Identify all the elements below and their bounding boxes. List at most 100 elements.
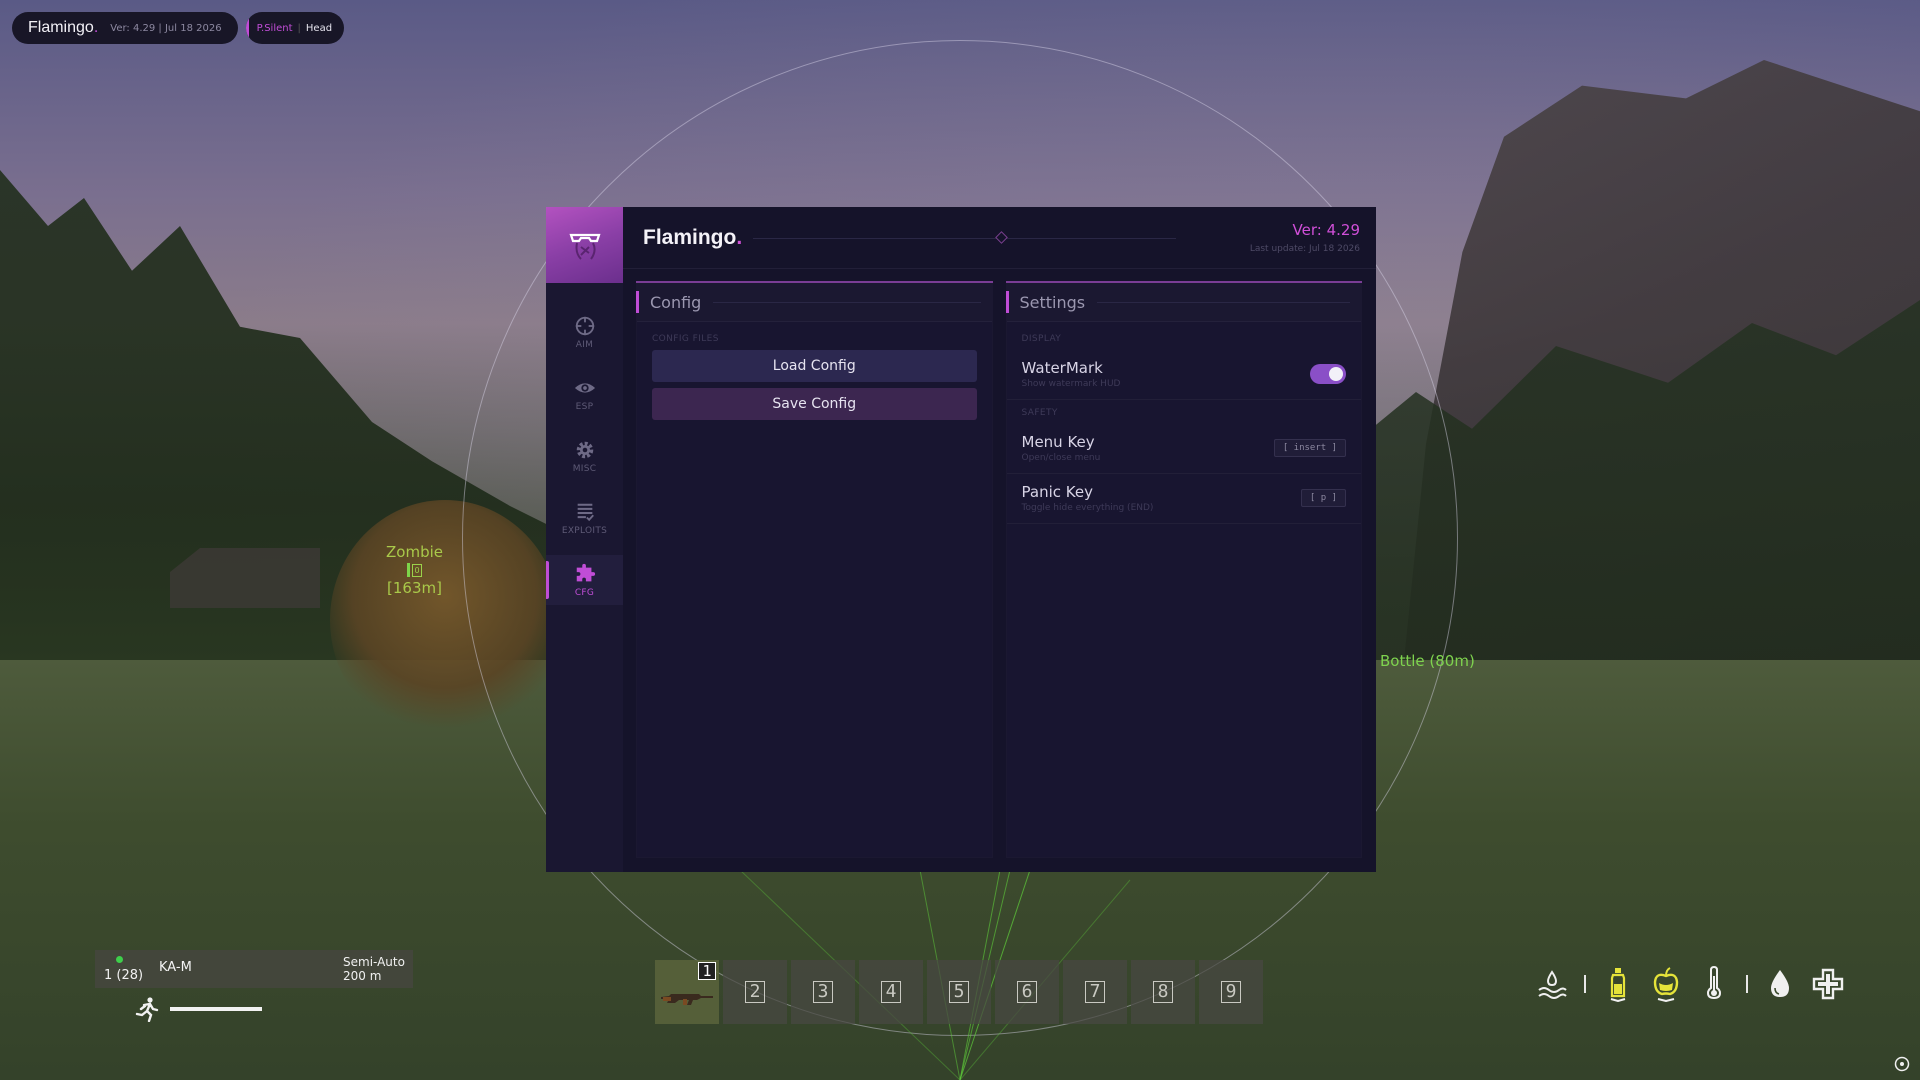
player-status-icons xyxy=(1536,966,1844,1002)
config-panel-title: Config xyxy=(650,292,702,312)
watermark-toggle[interactable] xyxy=(1310,363,1346,384)
sidebar-item-cfg[interactable]: CFG xyxy=(546,555,623,605)
status-divider xyxy=(1746,975,1748,993)
quickbar-slot-5[interactable]: 5 xyxy=(927,960,991,1024)
watermark-separator: | xyxy=(297,22,301,34)
running-man-icon xyxy=(135,997,159,1022)
watermark-hud: Flamingo. Ver: 4.29 | Jul 18 2026 P.Sile… xyxy=(12,12,345,44)
esp-zombie-distance: [163m] xyxy=(387,579,442,597)
health-cross-icon xyxy=(1812,968,1844,1000)
distant-house xyxy=(170,548,320,608)
temperature-icon xyxy=(1706,966,1722,1000)
quickbar-slot-3[interactable]: 3 xyxy=(791,960,855,1024)
panel-header-line xyxy=(713,301,981,303)
watermark-setting-desc: Show watermark HUD xyxy=(1021,378,1121,389)
menu-key-setting-row: Menu Key Open/close menu [ insert ] xyxy=(1006,424,1361,474)
menu-key-name: Menu Key xyxy=(1021,432,1095,451)
watermark-accent-bar xyxy=(245,18,249,38)
panic-key-desc: Toggle hide everything (END) xyxy=(1021,502,1154,513)
slot-number: 1 xyxy=(698,962,716,980)
flamingo-logo-icon xyxy=(568,233,601,260)
zombie-health-bar xyxy=(406,563,410,577)
sidebar-item-exploits[interactable]: EXPLOITS xyxy=(546,493,623,543)
panel-header-line xyxy=(1097,301,1350,303)
fire-mode: Semi-Auto xyxy=(343,955,405,969)
safety-group-label: SAFETY xyxy=(1021,408,1058,418)
hunger-apple-icon xyxy=(1653,967,1679,1002)
header-diamond-ornament xyxy=(995,231,1008,244)
sidebar-item-label: ESP xyxy=(575,401,594,412)
ammo-status-dot xyxy=(116,956,123,963)
crosshair-icon xyxy=(575,316,594,335)
puzzle-icon xyxy=(576,563,595,581)
menu-key-setting-text: Menu Key Open/close menu xyxy=(1022,433,1101,463)
load-config-button[interactable]: Load Config xyxy=(652,350,977,382)
watermark-brand: Flamingo. xyxy=(28,19,99,36)
sidebar-item-label: CFG xyxy=(574,587,595,598)
config-files-label: CONFIG FILES xyxy=(652,334,719,344)
menu-last-update: Last update: Jul 18 2026 xyxy=(1249,244,1360,254)
watermark-brand-pill: Flamingo. Ver: 4.29 | Jul 18 2026 xyxy=(12,12,238,44)
esp-bottle-label: Bottle (80m) xyxy=(1380,652,1475,670)
blood-drop-icon xyxy=(1771,970,1789,997)
zombie-box: 0 xyxy=(411,563,422,577)
slot-number: 4 xyxy=(881,981,901,1003)
autumn-bush xyxy=(330,500,560,740)
settings-panel-body: DISPLAY WaterMark Show watermark HUD SAF… xyxy=(1006,321,1361,857)
menu-header: Flamingo. Ver: 4.29 Last update: Jul 18 … xyxy=(623,207,1376,269)
sidebar-nav: AIM ESP MISC EXPLOITS CFG xyxy=(546,307,623,617)
compass-icon xyxy=(1894,1056,1910,1072)
config-panel-body: CONFIG FILES Load Config Save Config xyxy=(637,321,992,857)
status-divider xyxy=(1584,975,1586,993)
watermark-aim-mode: P.Silent xyxy=(256,22,293,34)
slot-number: 7 xyxy=(1085,981,1105,1003)
eye-icon xyxy=(574,382,595,393)
quickbar-slot-6[interactable]: 6 xyxy=(995,960,1059,1024)
menu-version: Ver: 4.29 xyxy=(1292,221,1360,239)
quickbar-slot-8[interactable]: 8 xyxy=(1131,960,1195,1024)
wet-status-icon xyxy=(1538,970,1567,999)
stamina-bar xyxy=(170,1007,262,1011)
watermark-version-date: Ver: 4.29 | Jul 18 2026 xyxy=(110,22,222,34)
slot-number: 8 xyxy=(1153,981,1173,1003)
menu-window: AIM ESP MISC EXPLOITS CFG Flamingo. Ver:… xyxy=(546,207,1376,872)
panic-key-keybind-button[interactable]: [ p ] xyxy=(1300,488,1346,507)
menu-main: Flamingo. Ver: 4.29 Last update: Jul 18 … xyxy=(623,207,1376,872)
config-panel: Config CONFIG FILES Load Config Save Con… xyxy=(636,281,993,858)
panic-key-setting-text: Panic Key Toggle hide everything (END) xyxy=(1022,483,1154,513)
sidebar-item-label: AIM xyxy=(575,339,594,350)
slot-number: 9 xyxy=(1221,981,1241,1003)
settings-panel-title: Settings xyxy=(1019,292,1086,312)
settings-panel-header: Settings xyxy=(1005,283,1363,321)
quickbar-slot-1[interactable]: 1 xyxy=(655,960,719,1024)
esp-zombie-healthbar: 0 xyxy=(386,563,443,577)
watermark-setting-row: WaterMark Show watermark HUD xyxy=(1006,350,1361,400)
sidebar-item-misc[interactable]: MISC xyxy=(546,431,623,481)
header-version-info: Ver: 4.29 Last update: Jul 18 2026 xyxy=(1250,221,1360,254)
quickbar-slot-4[interactable]: 4 xyxy=(859,960,923,1024)
save-config-button[interactable]: Save Config xyxy=(652,388,977,420)
watermark-setting-name: WaterMark xyxy=(1021,358,1103,377)
settings-panel: Settings DISPLAY WaterMark Show watermar… xyxy=(1005,281,1363,858)
esp-zombie-label: Zombie 0 [163m] xyxy=(386,543,443,597)
toggle-knob xyxy=(1329,366,1343,381)
list-check-icon xyxy=(577,503,594,521)
slot-number: 2 xyxy=(745,981,765,1003)
quickbar-slot-7[interactable]: 7 xyxy=(1063,960,1127,1024)
panic-key-setting-row: Panic Key Toggle hide everything (END) [… xyxy=(1006,474,1361,524)
slot-number: 5 xyxy=(949,981,969,1003)
esp-zombie-name: Zombie xyxy=(386,543,443,561)
display-group-label: DISPLAY xyxy=(1021,334,1062,344)
watermark-setting-text: WaterMark Show watermark HUD xyxy=(1022,359,1121,389)
quickbar-slot-2[interactable]: 2 xyxy=(723,960,787,1024)
menu-sidebar: AIM ESP MISC EXPLOITS CFG xyxy=(546,207,623,872)
header-divider-line xyxy=(753,238,1176,239)
sidebar-item-aim[interactable]: AIM xyxy=(546,307,623,357)
menu-key-keybind-button[interactable]: [ insert ] xyxy=(1273,438,1346,457)
slot-number: 6 xyxy=(1017,981,1037,1003)
quickbar-slot-9[interactable]: 9 xyxy=(1199,960,1263,1024)
sidebar-item-esp[interactable]: ESP xyxy=(546,369,623,419)
flamingo-logo xyxy=(546,207,623,283)
gear-icon xyxy=(576,441,593,458)
slot-number: 3 xyxy=(813,981,833,1003)
